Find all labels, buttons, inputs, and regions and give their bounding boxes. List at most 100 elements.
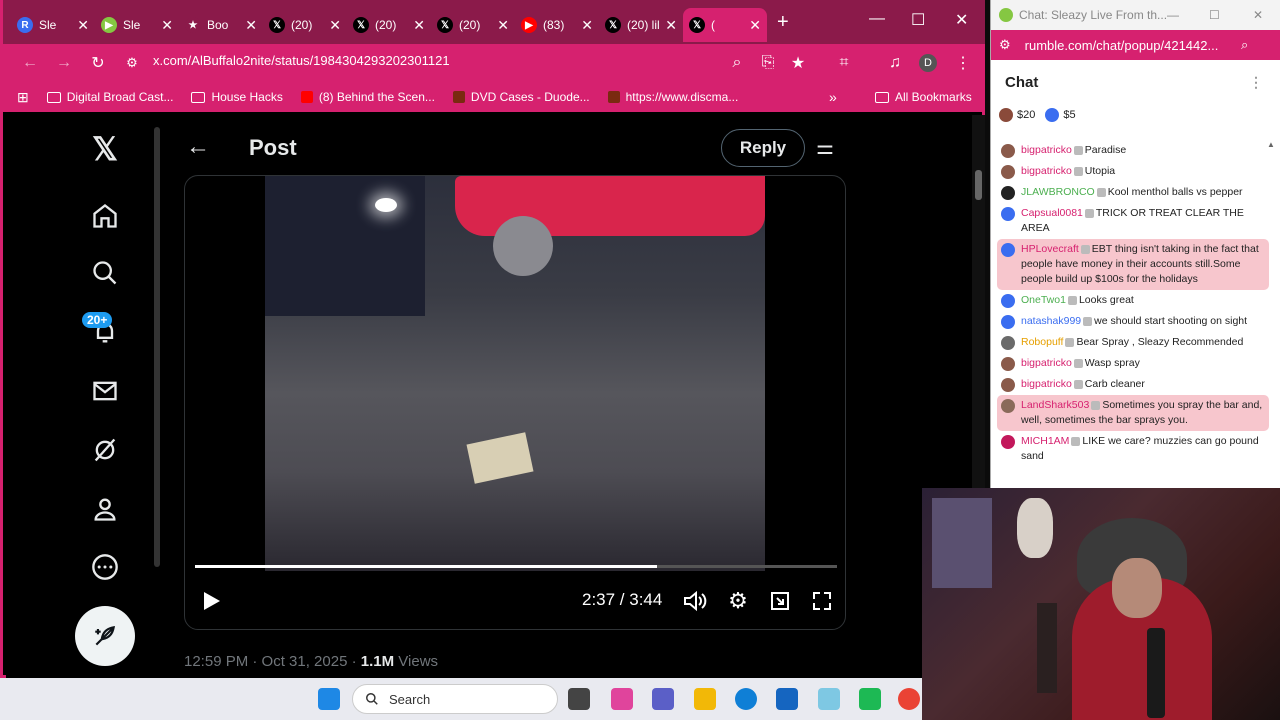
lens-icon[interactable]: ⌗: [827, 54, 861, 72]
teams-icon[interactable]: [652, 688, 674, 710]
tab[interactable]: ★ Boo ✕: [179, 8, 263, 42]
chat-menu-icon[interactable]: ⋮: [1249, 74, 1263, 91]
chat-username[interactable]: LandShark503: [1021, 399, 1089, 411]
user-avatar[interactable]: [1001, 399, 1015, 413]
more-icon[interactable]: [88, 550, 122, 584]
scrollbar-thumb[interactable]: [975, 170, 982, 200]
bookmark-item[interactable]: https://www.discma...: [607, 90, 738, 104]
bookmark-item[interactable]: (8) Behind the Scen...: [300, 90, 435, 104]
user-avatar[interactable]: [1001, 165, 1015, 179]
tab[interactable]: ▶ Sle ✕: [95, 8, 179, 42]
menu-icon[interactable]: ⋮: [946, 53, 980, 73]
tab-close-icon[interactable]: ✕: [245, 17, 257, 34]
tab-close-icon[interactable]: ✕: [413, 17, 425, 34]
user-avatar[interactable]: [1001, 336, 1015, 350]
new-tab-button[interactable]: +: [777, 11, 789, 34]
chat-username[interactable]: Capsual0081: [1021, 207, 1083, 219]
chat-username[interactable]: MICH1AM: [1021, 435, 1069, 447]
maximize-icon[interactable]: ☐: [911, 10, 925, 30]
tab-close-icon[interactable]: ✕: [497, 17, 509, 34]
tab-close-icon[interactable]: ✕: [665, 17, 677, 34]
forward-icon[interactable]: →: [47, 54, 81, 72]
volume-icon[interactable]: [682, 588, 708, 614]
user-avatar[interactable]: [1001, 294, 1015, 308]
user-avatar[interactable]: [1001, 378, 1015, 392]
tab[interactable]: ▶ (83) ✕: [515, 8, 599, 42]
pip-icon[interactable]: [767, 588, 793, 614]
tab[interactable]: R Sle ✕: [11, 8, 95, 42]
minimize-icon[interactable]: —: [869, 10, 885, 28]
chat-username[interactable]: bigpatricko: [1021, 378, 1072, 390]
all-bookmarks[interactable]: All Bookmarks: [875, 90, 972, 104]
site-info-icon[interactable]: ⚙: [999, 37, 1011, 53]
minimize-icon[interactable]: —: [1167, 8, 1179, 22]
rant-item[interactable]: $5: [1045, 108, 1076, 122]
grok-icon[interactable]: [88, 433, 122, 467]
user-avatar[interactable]: [1001, 144, 1015, 158]
reply-button[interactable]: Reply: [721, 129, 805, 167]
home-icon[interactable]: [88, 199, 122, 233]
reload-icon[interactable]: ↻: [81, 53, 115, 73]
chat-username[interactable]: Robopuff: [1021, 336, 1063, 348]
tab-close-icon[interactable]: ✕: [161, 17, 173, 34]
back-icon[interactable]: ←: [13, 54, 47, 72]
app-icon[interactable]: [818, 688, 840, 710]
rant-item[interactable]: $20: [999, 108, 1035, 122]
close-icon[interactable]: ✕: [1253, 8, 1263, 22]
app-icon[interactable]: [859, 688, 881, 710]
media-icon[interactable]: ♫: [878, 54, 912, 72]
close-window-icon[interactable]: ✕: [955, 10, 968, 30]
tab-close-icon[interactable]: ✕: [329, 17, 341, 34]
play-icon[interactable]: [199, 588, 225, 614]
chat-username[interactable]: natashak999: [1021, 315, 1081, 327]
tab[interactable]: 𝕏 (20) ✕: [263, 8, 347, 42]
tab[interactable]: 𝕏 (20) lilly ✕: [599, 8, 683, 42]
tab[interactable]: 𝕏 (✕: [683, 8, 767, 42]
site-info-icon[interactable]: ⚙: [115, 55, 149, 71]
sliders-icon[interactable]: ⚌: [816, 135, 834, 160]
tab[interactable]: 𝕏 (20) ✕: [431, 8, 515, 42]
settings-icon[interactable]: ⚙: [725, 588, 751, 614]
edge-icon[interactable]: [735, 688, 757, 710]
user-avatar[interactable]: [1001, 207, 1015, 221]
user-avatar[interactable]: [1001, 435, 1015, 449]
bookmark-item[interactable]: Digital Broad Cast...: [46, 90, 173, 104]
fullscreen-icon[interactable]: [809, 588, 835, 614]
back-arrow-icon[interactable]: ←: [186, 133, 210, 161]
bookmark-star-icon[interactable]: ★: [781, 53, 815, 73]
tab[interactable]: 𝕏 (20) ✕: [347, 8, 431, 42]
tab-close-icon[interactable]: ✕: [749, 17, 761, 34]
tab-close-icon[interactable]: ✕: [581, 17, 593, 34]
profile-icon[interactable]: [88, 492, 122, 526]
taskbar-search[interactable]: Search: [352, 684, 558, 714]
user-avatar[interactable]: [1001, 357, 1015, 371]
messages-icon[interactable]: [88, 374, 122, 408]
bookmark-item[interactable]: House Hacks: [191, 90, 283, 104]
store-icon[interactable]: [776, 688, 798, 710]
user-avatar[interactable]: [1001, 186, 1015, 200]
video-progress-bar[interactable]: [195, 565, 837, 568]
x-logo-icon[interactable]: 𝕏: [88, 131, 122, 167]
compose-button[interactable]: [75, 606, 135, 666]
chat-username[interactable]: JLAWBRONCO: [1021, 186, 1095, 198]
maximize-icon[interactable]: ☐: [1209, 8, 1220, 22]
zoom-icon[interactable]: ⌕: [720, 54, 754, 72]
chrome-icon[interactable]: [898, 688, 920, 710]
install-icon[interactable]: ⎘: [751, 54, 785, 72]
nav-scrollbar[interactable]: [154, 127, 160, 567]
user-avatar[interactable]: [1001, 315, 1015, 329]
start-icon[interactable]: [318, 688, 340, 710]
search-icon[interactable]: [88, 256, 122, 290]
chat-username[interactable]: HPLovecraft: [1021, 243, 1079, 255]
chat-username[interactable]: bigpatricko: [1021, 357, 1072, 369]
apps-icon[interactable]: ⊞: [17, 89, 29, 106]
bookmarks-more[interactable]: »: [829, 89, 837, 105]
chat-username[interactable]: bigpatricko: [1021, 144, 1072, 156]
task-view-icon[interactable]: [568, 688, 590, 710]
chat-username[interactable]: OneTwo1: [1021, 294, 1066, 306]
video-player[interactable]: 2:37 / 3:44 ⚙: [184, 175, 846, 630]
profile-avatar[interactable]: D: [919, 54, 937, 72]
user-avatar[interactable]: [1001, 243, 1015, 257]
tab-close-icon[interactable]: ✕: [77, 17, 89, 34]
copilot-icon[interactable]: [611, 688, 633, 710]
